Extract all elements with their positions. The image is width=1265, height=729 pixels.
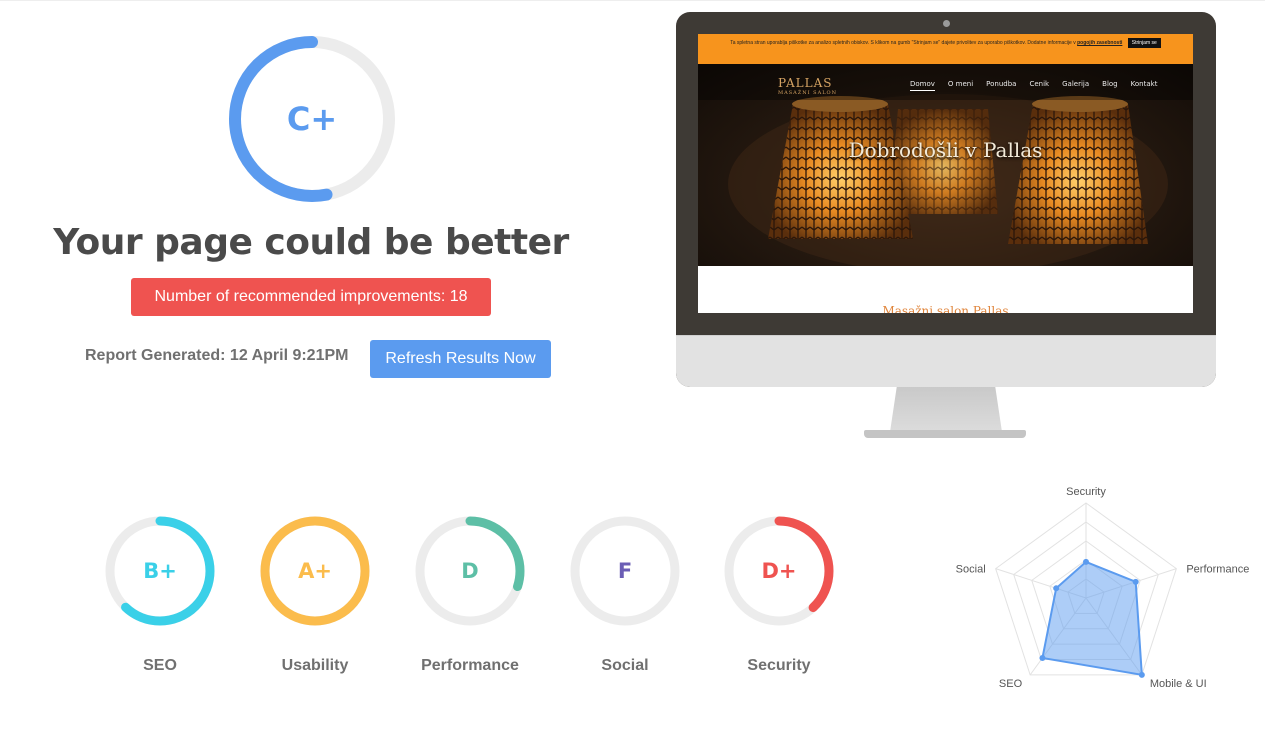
category-seo[interactable]: B+ SEO <box>103 514 217 674</box>
seo-label: SEO <box>143 657 177 674</box>
site-logo-text: PALLAS <box>778 76 833 90</box>
usability-label: Usability <box>281 657 349 674</box>
category-security[interactable]: D+ Security <box>722 514 836 674</box>
category-usability[interactable]: A+ Usability <box>258 514 372 674</box>
site-nav-item: O meni <box>947 80 974 88</box>
refresh-results-button[interactable]: Refresh Results Now <box>370 340 551 378</box>
monitor-stand-foot <box>864 430 1026 438</box>
radar-point <box>1138 671 1145 678</box>
performance-grade: D <box>461 559 479 583</box>
camera-icon <box>943 20 950 27</box>
category-social[interactable]: F Social <box>568 514 682 674</box>
improvements-badge[interactable]: Number of recommended improvements: 18 <box>131 278 491 316</box>
radar-point <box>1039 654 1046 661</box>
social-grade: F <box>617 559 633 583</box>
cookie-text: Ta spletna stran uporablja piškotke za a… <box>730 40 1076 46</box>
overall-grade: C+ <box>286 100 338 138</box>
site-preview-monitor: Ta spletna stran uporablja piškotke za a… <box>676 12 1216 387</box>
radar-series-area <box>1041 560 1143 677</box>
top-divider <box>0 0 1265 1</box>
radar-chart: Security Performance Mobile & UI SEO Social <box>956 486 1250 690</box>
site-logo: PALLAS MASAŽNI SALON <box>778 76 837 96</box>
usability-grade: A+ <box>298 559 332 583</box>
page-headline: Your page could be better <box>53 222 569 263</box>
security-grade: D+ <box>761 559 797 583</box>
section-heading: Masažni salon Pallas <box>882 304 1009 313</box>
security-label: Security <box>747 657 811 674</box>
radar-point <box>1132 578 1139 585</box>
site-nav-item: Galerija <box>1062 80 1090 88</box>
site-nav-item: Kontakt <box>1130 80 1158 88</box>
cookie-accept-button: Strinjam se <box>1127 38 1161 48</box>
seo-grade: B+ <box>143 559 177 583</box>
radar-axis-label: Social <box>956 564 986 576</box>
report-generated-text: Report Generated: 12 April 9:21PM <box>85 347 349 364</box>
site-nav-item: Cenik <box>1029 80 1050 88</box>
lanterns-illustration <box>698 64 1193 266</box>
hero-title: Dobrodošli v Pallas <box>848 138 1043 162</box>
cookie-link: pogojih zasebnosti <box>1077 40 1123 46</box>
radar-point <box>1053 585 1060 592</box>
monitor-stand-neck <box>890 387 1002 432</box>
hero-image: PALLAS MASAŽNI SALON Domov O meni Ponudb… <box>698 64 1193 266</box>
category-performance[interactable]: D Performance <box>413 514 527 674</box>
site-nav-item: Blog <box>1102 80 1118 88</box>
social-label: Social <box>601 657 649 674</box>
performance-label: Performance <box>421 657 519 674</box>
radar-axis-label: Mobile & UI <box>1150 678 1207 690</box>
site-preview-screen: Ta spletna stran uporablja piškotke za a… <box>698 34 1193 313</box>
site-nav-item: Domov <box>910 80 935 91</box>
radar-axis-label: Security <box>1066 486 1106 498</box>
site-nav-item: Ponudba <box>986 80 1017 88</box>
radar-axis-label: SEO <box>999 678 1023 690</box>
site-logo-subtitle: MASAŽNI SALON <box>778 90 838 96</box>
monitor-chin <box>676 335 1216 387</box>
radar-point <box>1083 558 1089 565</box>
radar-axis-label: Performance <box>1186 564 1249 576</box>
site-nav: Domov O meni Ponudba Cenik Galerija Blog… <box>910 80 1170 91</box>
cookie-banner: Ta spletna stran uporablja piškotke za a… <box>698 34 1193 64</box>
